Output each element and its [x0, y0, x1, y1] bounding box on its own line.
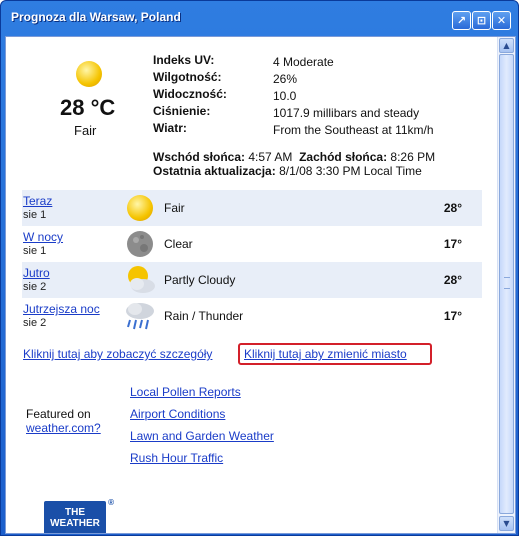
forecast-condition: Clear — [164, 237, 193, 251]
vertical-scrollbar[interactable]: ▲ ▼ — [497, 37, 515, 533]
window-title: Prognoza dla Warsaw, Poland — [11, 10, 181, 24]
sunrise-label: Wschód słońca: — [153, 150, 246, 164]
forecast-period-link[interactable]: Jutro — [23, 266, 50, 280]
weather-channel-logo[interactable]: THE WEATHER ® — [44, 498, 114, 533]
pin-button[interactable]: ⊡ — [472, 11, 491, 30]
forecast-temperature: 28° — [443, 201, 462, 215]
visibility-label: Widoczność: — [153, 87, 227, 101]
forecast-condition: Rain / Thunder — [164, 309, 244, 323]
lawn-garden-link[interactable]: Lawn and Garden Weather — [130, 429, 274, 443]
pressure-value: 1017.9 millibars and steady — [273, 106, 420, 120]
undock-button[interactable]: ↗ — [452, 11, 471, 30]
scroll-thumb[interactable] — [499, 54, 514, 514]
sun-times: Wschód słońca: 4:57 AM Zachód słońca: 8:… — [153, 150, 435, 164]
wind-value: From the Southeast at 11km/h — [273, 123, 434, 137]
forecast-condition: Fair — [164, 201, 185, 215]
visibility-value: 10.0 — [273, 89, 297, 103]
rush-hour-link[interactable]: Rush Hour Traffic — [130, 451, 223, 465]
forecast-temperature: 17° — [443, 309, 462, 323]
featured-on: Featured on weather.com? — [26, 407, 101, 435]
forecast-row: W nocy sie 1 Clear 17° — [22, 226, 482, 262]
logo-text: THE WEATHER — [50, 507, 100, 529]
humidity-value: 26% — [273, 72, 298, 86]
forecast-date: sie 2 — [23, 317, 47, 329]
title-bar[interactable]: Prognoza dla Warsaw, Poland ↗ ⊡ ✕ — [1, 1, 518, 35]
uv-label: Indeks UV: — [153, 53, 215, 67]
current-temperature: 28 °C — [60, 95, 116, 120]
weather-com-link[interactable]: weather.com? — [26, 421, 101, 435]
sunset-label: Zachód słońca: — [299, 150, 388, 164]
forecast-period-link[interactable]: Jutrzejsza noc — [23, 302, 100, 316]
close-button[interactable]: ✕ — [492, 11, 511, 30]
sunset-value: 8:26 PM — [390, 150, 436, 164]
rain-thunder-icon — [124, 301, 156, 331]
change-city-link[interactable]: Kliknij tutaj aby zmienić miasto — [244, 347, 407, 361]
updated-value: 8/1/08 3:30 PM Local Time — [279, 164, 422, 178]
airport-link[interactable]: Airport Conditions — [130, 407, 225, 421]
uv-value: 4 Moderate — [273, 55, 334, 69]
forecast-row: Jutro sie 2 Partly Cloudy 28° — [22, 262, 482, 298]
featured-label: Featured on — [26, 407, 91, 421]
details-link[interactable]: Kliknij tutaj aby zobaczyć szczegóły — [23, 347, 212, 361]
humidity-label: Wilgotność: — [153, 70, 222, 84]
content-pane: 28 °C Fair Indeks UV: 4 Moderate Wilgotn… — [5, 36, 516, 534]
forecast-date: sie 1 — [23, 209, 47, 221]
gadget-window: Prognoza dla Warsaw, Poland ↗ ⊡ ✕ 28 °C … — [0, 0, 519, 536]
forecast-date: sie 1 — [23, 245, 47, 257]
current-condition: Fair — [74, 123, 97, 138]
moon-icon — [124, 229, 156, 259]
sun-icon — [70, 57, 110, 91]
updated-label: Ostatnia aktualizacja: — [153, 164, 276, 178]
sun-icon — [124, 193, 156, 223]
sunrise-value: 4:57 AM — [248, 150, 293, 164]
scroll-down-icon[interactable]: ▼ — [499, 516, 514, 531]
wind-label: Wiatr: — [153, 121, 187, 135]
partly-cloudy-icon — [124, 265, 156, 295]
forecast-period-link[interactable]: Teraz — [23, 194, 52, 208]
pollen-link[interactable]: Local Pollen Reports — [130, 385, 241, 399]
forecast-period-link[interactable]: W nocy — [23, 230, 63, 244]
forecast-row: Jutrzejsza noc sie 2 Rain / Thunder 17° — [22, 298, 482, 334]
forecast-row: Teraz sie 1 Fair 28° — [22, 190, 482, 226]
scroll-up-icon[interactable]: ▲ — [499, 38, 514, 53]
forecast-temperature: 28° — [443, 273, 462, 287]
forecast-condition: Partly Cloudy — [164, 273, 236, 287]
forecast-temperature: 17° — [443, 237, 462, 251]
last-update: Ostatnia aktualizacja: 8/1/08 3:30 PM Lo… — [153, 164, 422, 178]
forecast-date: sie 2 — [23, 281, 47, 293]
pressure-label: Ciśnienie: — [153, 104, 211, 118]
